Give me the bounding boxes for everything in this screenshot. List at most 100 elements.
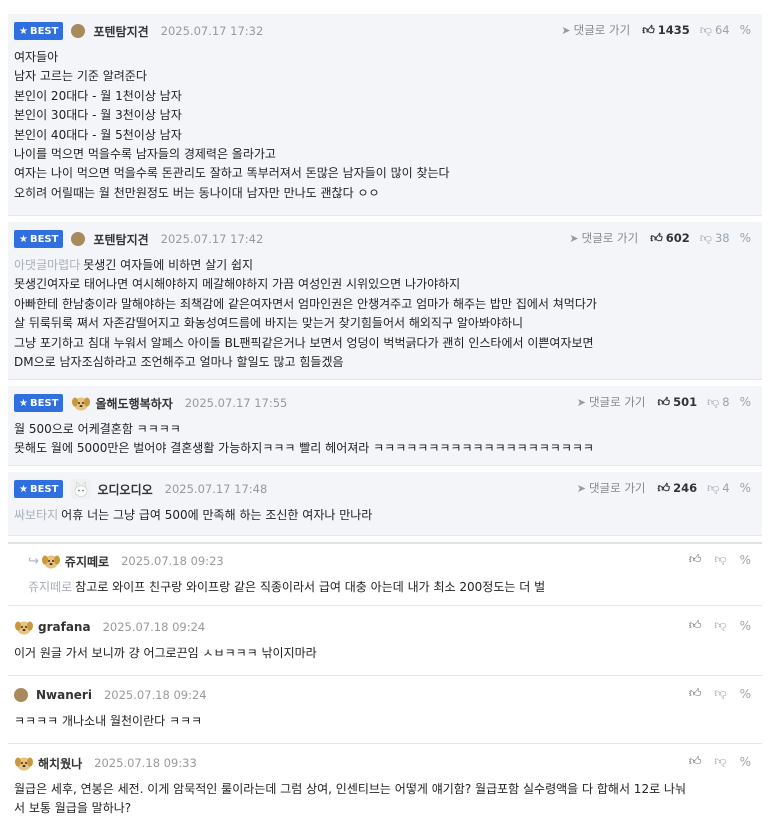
comment-text: 못생긴 여자들에 비하면 살기 쉽지 bbox=[83, 258, 254, 272]
like-button[interactable]: 👍︎ bbox=[689, 686, 705, 701]
comment-actions: ➤ 댓글로 가기 👍︎ 1435 👎︎ 64 % bbox=[561, 22, 754, 38]
comment-header: ★ BEST 올해도행복하자 2025.07.17 17:55 bbox=[14, 394, 287, 412]
author-name[interactable]: 올해도행복하자 bbox=[95, 395, 172, 412]
dislike-button[interactable]: 👎︎ 4 bbox=[707, 481, 730, 496]
thumbs-down-icon: 👎︎ bbox=[714, 552, 727, 566]
goto-label: 댓글로 가기 bbox=[573, 23, 631, 37]
comment-date: 2025.07.17 17:55 bbox=[184, 396, 288, 410]
dislike-count: 4 bbox=[722, 481, 730, 495]
avatar[interactable] bbox=[71, 24, 86, 38]
like-button[interactable]: 👍︎ bbox=[689, 754, 705, 769]
goto-comment-link[interactable]: ➤ 댓글로 가기 bbox=[569, 230, 638, 246]
thumbs-up-icon: 👍︎ bbox=[688, 754, 702, 768]
goto-label: 댓글로 가기 bbox=[588, 481, 646, 495]
comment-line: 살 뒤룩뒤룩 쪄서 자존감떨어지고 화농성여드름에 바지는 맞는거 찾기힘들어서… bbox=[14, 316, 524, 331]
comment-header: ↪ 쥬지떼로 2025.07.18 09:23 bbox=[28, 552, 224, 570]
goto-comment-link[interactable]: ➤ 댓글로 가기 bbox=[577, 480, 646, 496]
thumbs-down-icon: 👎︎ bbox=[699, 22, 712, 37]
comment-list: ★ BEST 포텐탐지견 2025.07.17 17:32 ➤ 댓글로 가기 👍︎ 1… bbox=[0, 0, 780, 824]
comment-line: 서 보통 월급을 말하나? bbox=[14, 801, 132, 816]
comment-text: 어휴 너는 그냥 급여 500에 만족해 하는 조신한 여자나 만나라 bbox=[61, 508, 373, 522]
author-name[interactable]: 쥬지떼로 bbox=[65, 553, 109, 570]
share-icon: % bbox=[739, 754, 751, 769]
comment-line: 아댓글마렵다 못생긴 여자들에 비하면 살기 쉽지 bbox=[14, 256, 750, 275]
comment-line: 여자는 나이 먹으면 먹을수록 돈관리도 잘하고 똑부러져서 돈많은 남자들이 … bbox=[14, 166, 450, 181]
author-name[interactable]: grafana bbox=[38, 620, 91, 634]
send-icon: ➤ bbox=[561, 23, 571, 37]
dog-avatar-icon[interactable] bbox=[71, 394, 91, 412]
comment-line: 아빠한테 한남충이라 말해야하는 죄책감에 같은여자면서 엄마인권은 안챙겨주고… bbox=[14, 296, 597, 311]
share-button[interactable]: % bbox=[740, 231, 754, 245]
share-button[interactable]: % bbox=[740, 23, 754, 37]
share-icon: % bbox=[739, 686, 751, 701]
share-button[interactable]: % bbox=[740, 619, 754, 633]
like-button[interactable]: 👍︎ bbox=[689, 618, 705, 633]
comment-line: ㅋㅋㅋㅋ 개나소내 월천이란다 ㅋㅋㅋ bbox=[14, 714, 203, 728]
mention-link[interactable]: 싸보타지 bbox=[14, 508, 58, 522]
author-name[interactable]: Nwaneri bbox=[36, 688, 92, 702]
like-count: 602 bbox=[665, 231, 690, 245]
author-name[interactable]: 포텐탐지견 bbox=[93, 23, 148, 40]
avatar[interactable] bbox=[71, 232, 86, 246]
like-button[interactable]: 👍︎ bbox=[689, 552, 705, 567]
comment-line: 이거 원글 가서 보니까 걍 어그로끈임 ㅅㅂㅋㅋㅋ 낚이지마라 bbox=[14, 646, 317, 660]
share-button[interactable]: % bbox=[740, 395, 754, 409]
comment-body: 월급은 세후, 연봉은 세전. 이게 암묵적인 룰이라는데 그럼 상여, 인센티… bbox=[14, 780, 750, 819]
like-button[interactable]: 👍︎ 501 bbox=[658, 395, 698, 410]
author-name[interactable]: 오디오디오 bbox=[97, 481, 152, 498]
like-button[interactable]: 👍︎ 1435 bbox=[642, 23, 690, 38]
comment-date: 2025.07.18 09:33 bbox=[94, 756, 197, 770]
dog-avatar-icon[interactable] bbox=[41, 552, 61, 570]
thumbs-up-icon: 👍︎ bbox=[688, 552, 702, 566]
dislike-button[interactable]: 👎︎ 8 bbox=[707, 395, 730, 410]
star-icon: ★ bbox=[19, 483, 28, 495]
share-button[interactable]: % bbox=[740, 553, 754, 567]
comment-actions: ➤ 댓글로 가기 👍︎ 501 👎︎ 8 % bbox=[577, 394, 754, 410]
thumbs-up-icon: 👍︎ bbox=[657, 480, 671, 495]
author-name[interactable]: 포텐탐지견 bbox=[93, 231, 148, 248]
like-button[interactable]: 👍︎ 602 bbox=[650, 231, 690, 246]
comment-date: 2025.07.18 09:24 bbox=[103, 688, 207, 702]
share-icon: % bbox=[739, 481, 751, 495]
share-button[interactable]: % bbox=[740, 481, 754, 495]
best-badge: ★ BEST bbox=[14, 230, 64, 248]
share-button[interactable]: % bbox=[740, 755, 754, 769]
comment-line: 나이를 먹으면 먹을수록 남자들의 경제력은 올라가고 bbox=[14, 147, 276, 162]
comment-header: ★ BEST 포텐탐지견 2025.07.17 17:32 bbox=[14, 22, 263, 40]
best-comment: ★ BEST 오디오디오 2025.07.17 17:48 ➤ 댓글로 가기 👍︎ 2… bbox=[8, 472, 762, 536]
send-icon: ➤ bbox=[576, 481, 586, 495]
dislike-button[interactable]: 👎︎ bbox=[714, 754, 729, 769]
mention-link[interactable]: 아댓글마렵다 bbox=[14, 258, 80, 272]
best-label: BEST bbox=[29, 25, 59, 37]
dislike-button[interactable]: 👎︎ bbox=[714, 618, 729, 633]
comment-text: 참고로 와이프 친구랑 와이프랑 같은 직종이라서 급여 대충 아는데 내가 최… bbox=[75, 580, 546, 594]
like-count: 246 bbox=[673, 481, 698, 495]
dislike-button[interactable]: 👎︎ 64 bbox=[700, 23, 730, 38]
comment-line: 본인이 30대다 - 월 3천이상 남자 bbox=[14, 108, 182, 123]
dog-avatar-icon[interactable] bbox=[14, 618, 34, 636]
like-button[interactable]: 👍︎ 246 bbox=[658, 481, 698, 496]
dislike-count: 38 bbox=[714, 231, 730, 245]
dislike-button[interactable]: 👎︎ bbox=[714, 552, 729, 567]
star-icon: ★ bbox=[19, 233, 28, 245]
comment: Nwaneri 2025.07.18 09:24 👍︎ 👎︎ % ㅋㅋㅋㅋ 개나… bbox=[8, 678, 762, 744]
comment-date: 2025.07.18 09:23 bbox=[121, 554, 224, 568]
goto-comment-link[interactable]: ➤ 댓글로 가기 bbox=[577, 394, 646, 410]
dislike-count: 8 bbox=[722, 395, 730, 409]
dog-avatar-icon[interactable] bbox=[14, 754, 34, 772]
author-name[interactable]: 해치웠나 bbox=[38, 755, 82, 772]
dislike-button[interactable]: 👎︎ bbox=[714, 686, 729, 701]
mention-link[interactable]: 쥬지떼로 bbox=[28, 580, 72, 594]
comment-date: 2025.07.18 09:24 bbox=[102, 620, 206, 634]
avatar[interactable] bbox=[14, 688, 28, 702]
goto-comment-link[interactable]: ➤ 댓글로 가기 bbox=[561, 22, 630, 38]
best-label: BEST bbox=[29, 397, 59, 409]
comment-body: 여자들아 남자 고르는 기준 알려준다 본인이 20대다 - 월 1천이상 남자… bbox=[14, 48, 750, 203]
comment-line: 못해도 월에 5000만은 벌어야 결혼생활 가능하지ㅋㅋㅋ 빨리 헤어져라 ㅋ… bbox=[14, 441, 594, 456]
cat-avatar-icon[interactable] bbox=[71, 479, 92, 499]
comment-date: 2025.07.17 17:42 bbox=[160, 232, 264, 246]
comment-line: 싸보타지 어휴 너는 그냥 급여 500에 만족해 하는 조신한 여자나 만나라 bbox=[14, 506, 750, 525]
share-button[interactable]: % bbox=[740, 687, 754, 701]
dislike-button[interactable]: 👎︎ 38 bbox=[700, 231, 730, 246]
comment-header: ★ BEST 포텐탐지견 2025.07.17 17:42 bbox=[14, 230, 263, 248]
